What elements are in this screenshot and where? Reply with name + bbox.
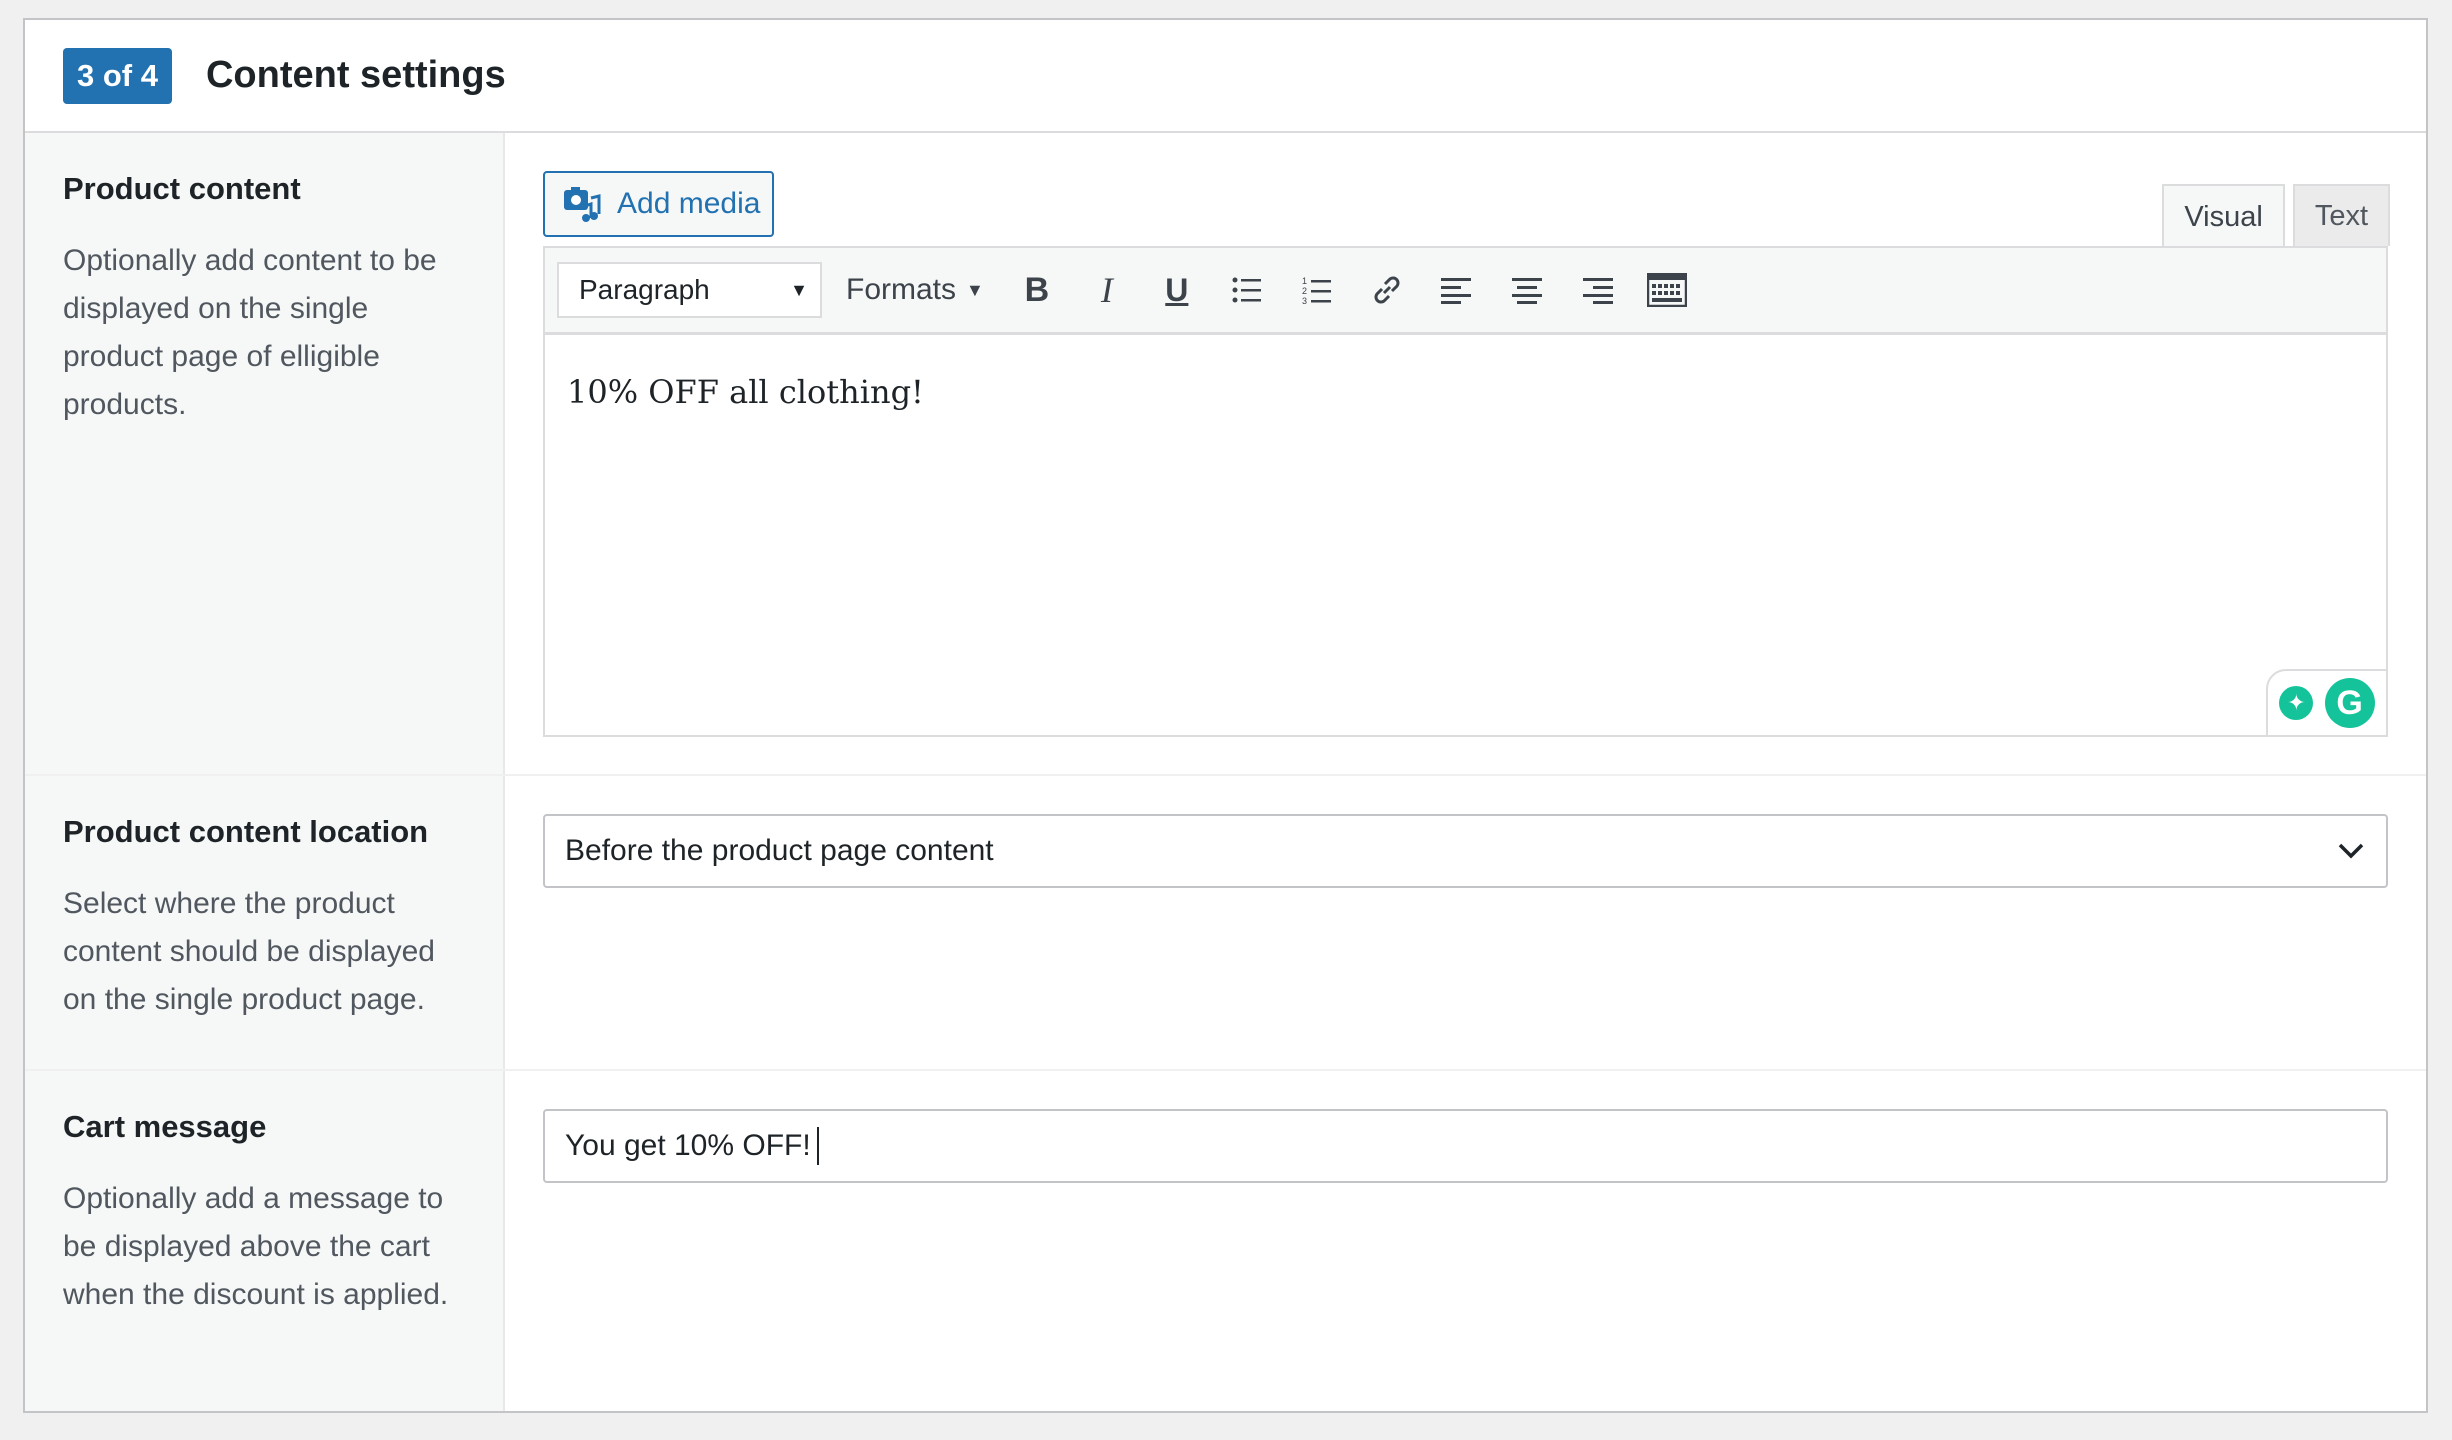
product-content-row: Product content Optionally add content t…: [25, 133, 2426, 776]
text-cursor: [816, 1127, 819, 1165]
content-location-select[interactable]: Before the product page content: [543, 814, 2388, 888]
align-right-icon: [1582, 278, 1613, 304]
chevron-down-icon: [2338, 843, 2364, 859]
toolbar-toggle-icon: [1646, 273, 1687, 307]
underline-button[interactable]: U: [1142, 262, 1212, 318]
editor-toolbar: Paragraph ▼ Formats ▼ B I U 1 2 3: [545, 248, 2386, 335]
content-location-value: Before the product page content: [565, 834, 994, 867]
numbered-list-icon: 1 2 3: [1302, 276, 1331, 305]
row-label: Cart message Optionally add a message to…: [25, 1071, 505, 1411]
toolbar-toggle-button[interactable]: [1632, 262, 1702, 318]
add-media-button[interactable]: Add media: [543, 171, 774, 237]
rich-text-editor: Paragraph ▼ Formats ▼ B I U 1 2 3 10% OF…: [543, 246, 2388, 737]
align-right-button[interactable]: [1562, 262, 1632, 318]
step-badge: 3 of 4: [63, 47, 172, 104]
link-icon: [1374, 276, 1400, 304]
cart-message-description: Optionally add a message to be displayed…: [63, 1182, 449, 1311]
product-content-description: Optionally add content to be displayed o…: [63, 244, 437, 421]
add-media-label: Add media: [617, 187, 761, 220]
formats-label: Formats: [846, 273, 957, 306]
product-content-location-field: Before the product page content: [505, 776, 2426, 1069]
editor-tabs: Visual Text: [2154, 184, 2390, 248]
svg-text:3: 3: [1302, 296, 1307, 305]
block-format-select[interactable]: Paragraph ▼: [557, 262, 822, 318]
row-label: Product content Optionally add content t…: [25, 133, 505, 774]
product-content-location-description: Select where the product content should …: [63, 887, 435, 1016]
formats-dropdown[interactable]: Formats ▼: [846, 273, 984, 307]
svg-text:2: 2: [1302, 286, 1307, 296]
bullet-list-icon: [1232, 277, 1261, 303]
caret-down-icon: ▼: [966, 279, 984, 300]
bold-button[interactable]: B: [1002, 262, 1072, 318]
product-content-label: Product content: [63, 171, 301, 206]
block-format-value: Paragraph: [579, 274, 710, 305]
cart-message-value: You get 10% OFF!: [565, 1129, 811, 1162]
cart-message-label: Cart message: [63, 1109, 267, 1144]
product-content-location-label: Product content location: [63, 814, 429, 849]
italic-icon: I: [1100, 270, 1113, 310]
media-icon: [564, 187, 601, 222]
numbered-list-button[interactable]: 1 2 3: [1282, 262, 1352, 318]
align-center-icon: [1511, 278, 1542, 304]
editor-content[interactable]: 10% OFF all clothing!: [545, 335, 2386, 449]
product-content-location-row: Product content location Select where th…: [25, 776, 2426, 1071]
media-row: Add media Visual Text: [543, 133, 2390, 248]
underline-icon: U: [1165, 271, 1189, 308]
grammarly-widget[interactable]: ✦ G: [2266, 669, 2388, 737]
grammarly-icon[interactable]: G: [2324, 678, 2375, 728]
cart-message-field: You get 10% OFF!: [505, 1071, 2426, 1411]
lightbulb-icon[interactable]: ✦: [2279, 686, 2314, 720]
caret-down-icon: ▼: [790, 279, 808, 300]
bold-icon: B: [1024, 270, 1050, 309]
align-left-button[interactable]: [1422, 262, 1492, 318]
tab-text[interactable]: Text: [2292, 184, 2390, 246]
content-settings-panel: 3 of 4 Content settings Product content …: [23, 18, 2428, 1413]
editor-paragraph: 10% OFF all clothing!: [567, 373, 924, 411]
panel-title: Content settings: [205, 54, 506, 96]
panel-header: 3 of 4 Content settings: [25, 20, 2426, 133]
link-button[interactable]: [1352, 262, 1422, 318]
tab-visual[interactable]: Visual: [2162, 184, 2285, 248]
italic-button[interactable]: I: [1072, 262, 1142, 318]
cart-message-row: Cart message Optionally add a message to…: [25, 1071, 2426, 1411]
cart-message-input[interactable]: You get 10% OFF!: [543, 1109, 2388, 1183]
product-content-field: Add media Visual Text Paragraph ▼ Format…: [505, 133, 2426, 774]
row-label: Product content location Select where th…: [25, 776, 505, 1069]
bullet-list-button[interactable]: [1212, 262, 1282, 318]
align-left-icon: [1440, 278, 1471, 304]
svg-text:1: 1: [1302, 276, 1307, 286]
align-center-button[interactable]: [1492, 262, 1562, 318]
